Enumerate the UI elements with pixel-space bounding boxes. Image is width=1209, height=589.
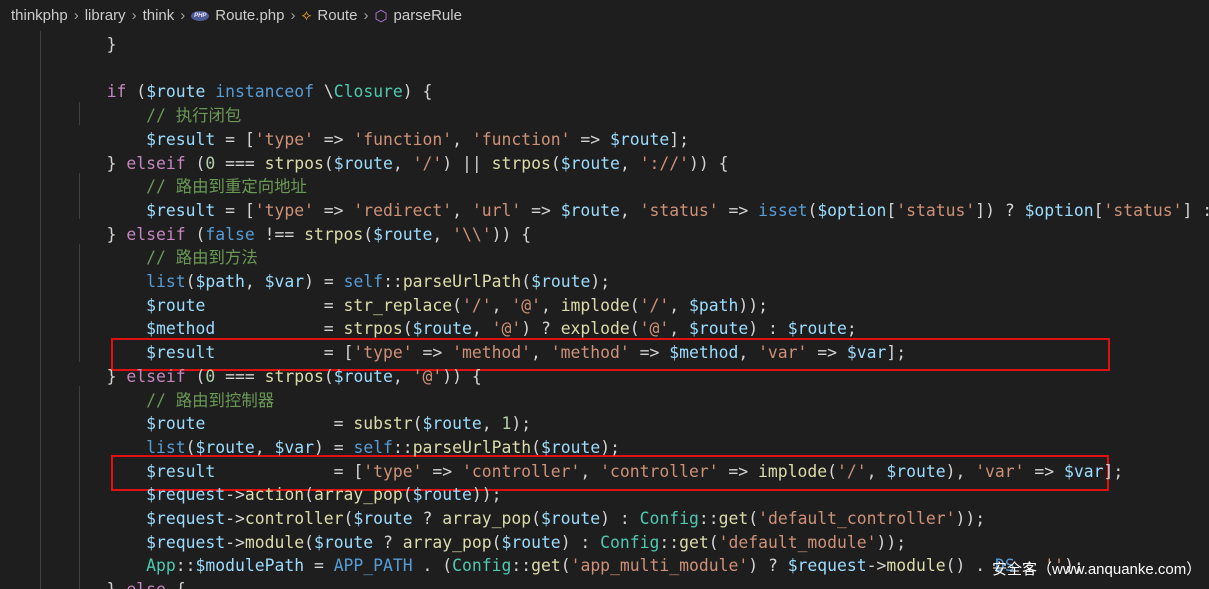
code-line[interactable]: } elseif (0 === strpos($route, '/') || s… [8, 152, 729, 176]
code-line[interactable]: } [8, 33, 117, 57]
code-line[interactable]: $result = ['type' => 'controller', 'cont… [8, 460, 1123, 484]
code-line[interactable]: } elseif (0 === strpos($route, '@')) { [8, 365, 482, 389]
chevron-right-icon: › [180, 7, 186, 24]
breadcrumb-label: think [142, 7, 175, 24]
php-file-icon: PHP [191, 10, 210, 21]
code-line[interactable]: App::$modulePath = APP_PATH . (Config::g… [8, 554, 1084, 578]
breadcrumb-item-think[interactable]: think [143, 7, 175, 24]
code-line[interactable]: // 执行闭包 [8, 104, 241, 128]
breadcrumb-label: thinkphp [11, 7, 68, 24]
code-editor[interactable]: } if ($route instanceof \Closure) { // 执… [0, 31, 1209, 589]
chevron-right-icon: › [363, 7, 369, 24]
code-line[interactable]: // 路由到重定向地址 [8, 175, 307, 199]
chevron-right-icon: › [73, 7, 79, 24]
breadcrumb-item-route-php[interactable]: PHP Route.php [191, 7, 284, 24]
breadcrumb-item-library[interactable]: library [85, 7, 126, 24]
breadcrumb-label: Route.php [215, 7, 285, 24]
method-cube-icon: ⬡ [374, 7, 388, 25]
breadcrumb-label: parseRule [393, 7, 462, 24]
code-line[interactable]: $method = strpos($route, '@') ? explode(… [8, 317, 857, 341]
watermark: 安全客（www.anquanke.com） [992, 561, 1202, 578]
breadcrumb-label: library [84, 7, 126, 24]
chevron-right-icon: › [290, 7, 296, 24]
code-line[interactable]: // 路由到控制器 [8, 389, 274, 413]
code-line[interactable]: $route = substr($route, 1); [8, 412, 531, 436]
code-line[interactable]: $request->controller($route ? array_pop(… [8, 507, 985, 531]
code-line[interactable]: } elseif (false !== strpos($route, '\\')… [8, 223, 531, 247]
code-line[interactable]: list($path, $var) = self::parseUrlPath($… [8, 270, 610, 294]
code-line[interactable]: $request->module($route ? array_pop($rou… [8, 531, 906, 555]
code-line[interactable]: if ($route instanceof \Closure) { [8, 80, 433, 104]
code-line[interactable]: $request->action(array_pop($route)); [8, 483, 501, 507]
breadcrumb: thinkphp › library › think › PHP Route.p… [0, 0, 1209, 31]
breadcrumb-item-route-class[interactable]: ⟡ Route [301, 7, 357, 24]
code-line[interactable] [8, 57, 47, 81]
class-icon: ⟡ [301, 7, 312, 24]
breadcrumb-label: Route [317, 7, 358, 24]
code-line[interactable]: // 路由到方法 [8, 246, 258, 270]
code-line[interactable]: list($route, $var) = self::parseUrlPath(… [8, 436, 620, 460]
breadcrumb-item-parserule[interactable]: ⬡ parseRule [374, 7, 461, 25]
code-line[interactable]: $route = str_replace('/', '@', implode('… [8, 294, 768, 318]
code-line[interactable]: } else { [8, 578, 186, 589]
breadcrumb-item-thinkphp[interactable]: thinkphp [0, 7, 68, 24]
code-line[interactable]: $result = ['type' => 'method', 'method' … [8, 341, 906, 365]
code-line[interactable]: $result = ['type' => 'function', 'functi… [8, 128, 689, 152]
code-line[interactable]: $result = ['type' => 'redirect', 'url' =… [8, 199, 1209, 223]
chevron-right-icon: › [131, 7, 137, 24]
